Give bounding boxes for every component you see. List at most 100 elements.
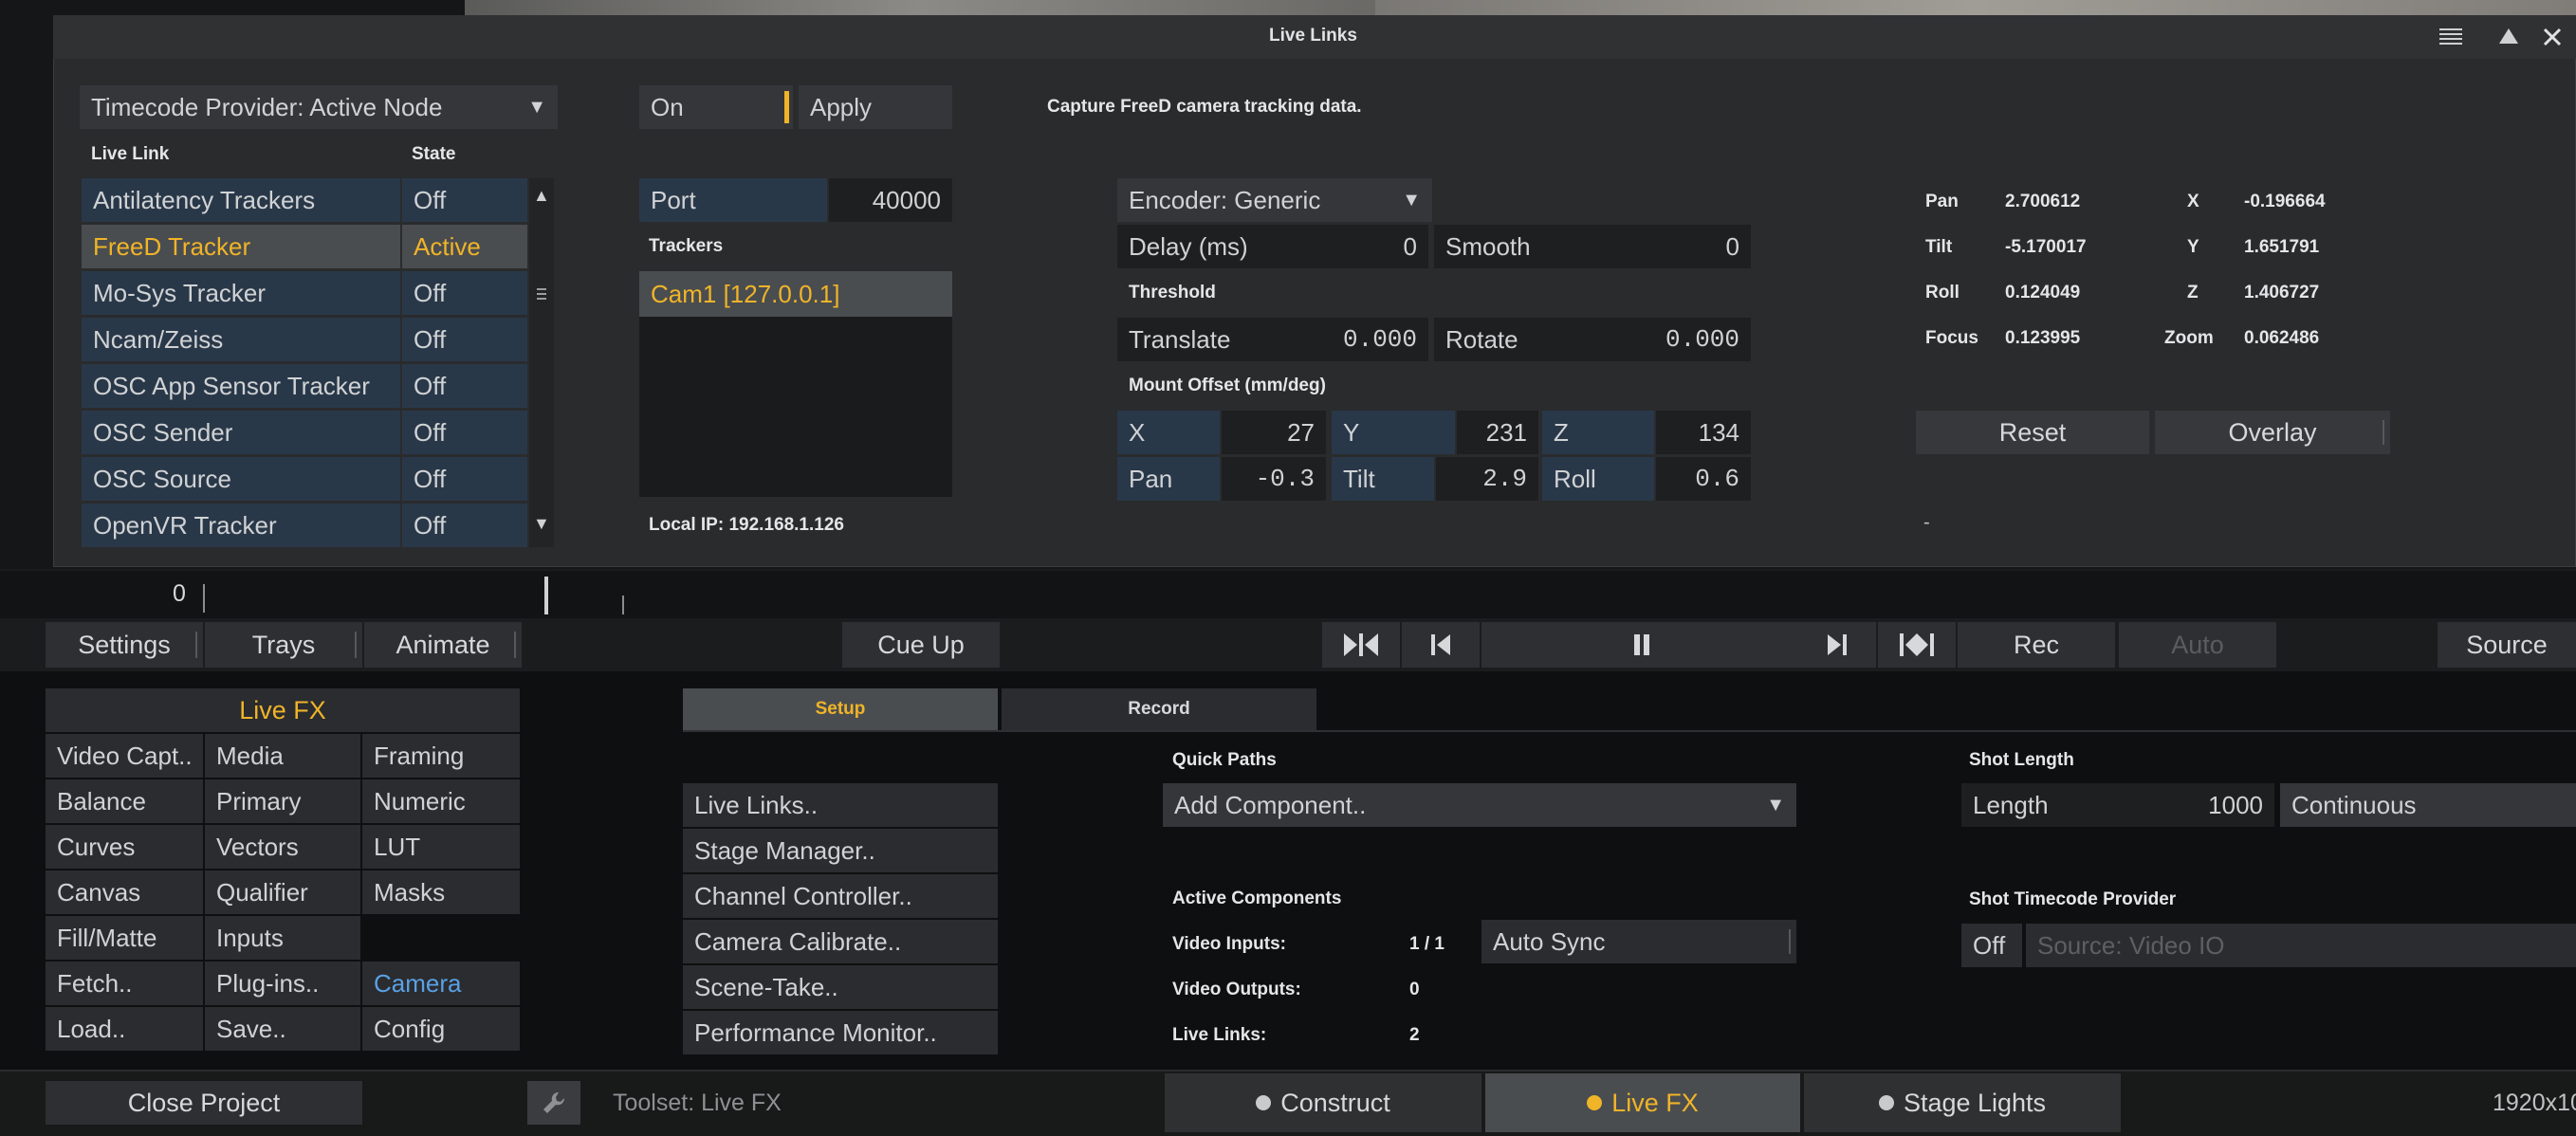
menu-plugins[interactable]: Plug-ins.. bbox=[205, 962, 360, 1005]
length-input[interactable]: 1000 bbox=[2094, 783, 2274, 827]
length-mode-dropdown[interactable]: Continuous bbox=[2280, 783, 2576, 827]
link-state-openvr[interactable]: Off bbox=[402, 504, 527, 547]
jump-end-button[interactable] bbox=[1878, 622, 1956, 668]
tab-live-fx[interactable]: Live FX bbox=[1485, 1073, 1800, 1132]
tab-stage-lights[interactable]: Stage Lights bbox=[1804, 1073, 2121, 1132]
menu-camera[interactable]: Camera bbox=[362, 962, 520, 1005]
menu-media[interactable]: Media bbox=[205, 734, 360, 778]
add-component-arrow-icon: ▼ bbox=[1766, 794, 1785, 815]
port-input[interactable]: 40000 bbox=[829, 178, 952, 222]
stage-manager-button[interactable]: Stage Manager.. bbox=[683, 829, 998, 872]
link-state-antilatency[interactable]: Off bbox=[402, 178, 527, 222]
shot-timecode-source-dropdown[interactable]: Source: Video IO bbox=[2026, 924, 2576, 967]
mount-tilt-input[interactable]: 2.9 bbox=[1436, 457, 1538, 501]
rotate-input[interactable]: 0.000 bbox=[1595, 318, 1751, 361]
mount-x-input[interactable]: 27 bbox=[1222, 411, 1326, 454]
link-state-mosys[interactable]: Off bbox=[402, 271, 527, 315]
menu-inputs[interactable]: Inputs bbox=[205, 916, 360, 960]
menu-curves[interactable]: Curves bbox=[46, 825, 203, 869]
translate-input[interactable]: 0.000 bbox=[1313, 318, 1428, 361]
link-row-freed[interactable]: FreeD Tracker bbox=[82, 225, 400, 268]
camera-calibrate-button[interactable]: Camera Calibrate.. bbox=[683, 920, 998, 963]
trays-button[interactable]: Trays bbox=[205, 622, 362, 668]
link-row-osc-sender[interactable]: OSC Sender bbox=[82, 411, 400, 454]
add-component-dropdown[interactable]: Add Component.. ▼ bbox=[1163, 783, 1796, 827]
prev-frame-button[interactable] bbox=[1402, 622, 1480, 668]
link-row-osc-source[interactable]: OSC Source bbox=[82, 457, 400, 501]
source-button[interactable]: Source bbox=[2438, 622, 2576, 668]
video-outputs-label: Video Outputs: bbox=[1172, 980, 1301, 999]
list-scrollbar[interactable] bbox=[529, 178, 554, 547]
tab-record[interactable]: Record bbox=[1002, 688, 1316, 730]
timeline[interactable] bbox=[0, 569, 2576, 618]
shot-timecode-off-toggle[interactable]: Off bbox=[1961, 924, 2022, 967]
live-links-button[interactable]: Live Links.. bbox=[683, 783, 998, 827]
cue-up-button[interactable]: Cue Up bbox=[842, 622, 1000, 668]
jump-start-button[interactable] bbox=[1322, 622, 1400, 668]
menu-framing[interactable]: Framing bbox=[362, 734, 520, 778]
on-toggle[interactable]: On bbox=[639, 85, 793, 129]
delay-input[interactable]: 0 bbox=[1313, 225, 1428, 268]
window-title: Live Links bbox=[1269, 26, 1357, 46]
menu-canvas[interactable]: Canvas bbox=[46, 870, 203, 914]
overlay-button[interactable]: Overlay bbox=[2155, 411, 2390, 454]
menu-fill-matte[interactable]: Fill/Matte bbox=[46, 916, 203, 960]
step-back-icon bbox=[1431, 634, 1450, 655]
apply-button[interactable]: Apply bbox=[799, 85, 952, 129]
menu-video-capt[interactable]: Video Capt.. bbox=[46, 734, 203, 778]
link-row-osc-app[interactable]: OSC App Sensor Tracker bbox=[82, 364, 400, 408]
menu-config[interactable]: Config bbox=[362, 1007, 520, 1051]
tracker-item-cam1[interactable]: Cam1 [127.0.0.1] bbox=[639, 271, 952, 317]
mount-roll-input[interactable]: 0.6 bbox=[1656, 457, 1751, 501]
menu-primary[interactable]: Primary bbox=[205, 779, 360, 823]
rec-button[interactable]: Rec bbox=[1958, 622, 2115, 668]
scroll-up-icon[interactable]: ▲ bbox=[533, 186, 550, 206]
menu-numeric[interactable]: Numeric bbox=[362, 779, 520, 823]
link-row-mosys[interactable]: Mo-Sys Tracker bbox=[82, 271, 400, 315]
link-state-freed[interactable]: Active bbox=[402, 225, 527, 268]
close-project-button[interactable]: Close Project bbox=[46, 1081, 362, 1125]
maximize-icon[interactable] bbox=[2498, 27, 2519, 46]
close-icon[interactable] bbox=[2542, 27, 2563, 47]
menu-lut[interactable]: LUT bbox=[362, 825, 520, 869]
auto-sync-button[interactable]: Auto Sync bbox=[1481, 920, 1796, 963]
settings-button[interactable]: Settings bbox=[46, 622, 203, 668]
timeline-start-marker bbox=[203, 584, 205, 613]
mount-y-input[interactable]: 231 bbox=[1457, 411, 1538, 454]
link-state-osc-sender[interactable]: Off bbox=[402, 411, 527, 454]
menu-load[interactable]: Load.. bbox=[46, 1007, 203, 1051]
performance-monitor-button[interactable]: Performance Monitor.. bbox=[683, 1011, 998, 1054]
link-row-openvr[interactable]: OpenVR Tracker bbox=[82, 504, 400, 547]
scroll-down-icon[interactable]: ▼ bbox=[533, 514, 550, 534]
scene-take-button[interactable]: Scene-Take.. bbox=[683, 965, 998, 1009]
construct-dot-icon bbox=[1256, 1095, 1272, 1110]
link-row-antilatency[interactable]: Antilatency Trackers bbox=[82, 178, 400, 222]
menu-qualifier[interactable]: Qualifier bbox=[205, 870, 360, 914]
link-state-osc-source[interactable]: Off bbox=[402, 457, 527, 501]
toolset-wrench-button[interactable] bbox=[527, 1081, 580, 1125]
menu-fetch[interactable]: Fetch.. bbox=[46, 962, 203, 1005]
tab-setup[interactable]: Setup bbox=[683, 688, 998, 730]
link-row-ncam[interactable]: Ncam/Zeiss bbox=[82, 318, 400, 361]
next-frame-button[interactable] bbox=[1798, 622, 1876, 668]
scroll-thumb-icon[interactable] bbox=[533, 284, 550, 303]
link-state-ncam[interactable]: Off bbox=[402, 318, 527, 361]
encoder-dropdown[interactable]: Encoder: Generic ▼ bbox=[1117, 178, 1432, 222]
playhead-icon[interactable] bbox=[544, 577, 548, 614]
reset-button[interactable]: Reset bbox=[1916, 411, 2149, 454]
menu-balance[interactable]: Balance bbox=[46, 779, 203, 823]
menu-vectors[interactable]: Vectors bbox=[205, 825, 360, 869]
link-state-osc-app[interactable]: Off bbox=[402, 364, 527, 408]
channel-controller-button[interactable]: Channel Controller.. bbox=[683, 874, 998, 918]
mount-z-input[interactable]: 134 bbox=[1656, 411, 1751, 454]
animate-button[interactable]: Animate bbox=[364, 622, 522, 668]
menu-icon[interactable] bbox=[2439, 27, 2462, 45]
auto-button[interactable]: Auto bbox=[2119, 622, 2276, 668]
tab-construct[interactable]: Construct bbox=[1165, 1073, 1481, 1132]
menu-masks[interactable]: Masks bbox=[362, 870, 520, 914]
mount-pan-input[interactable]: -0.3 bbox=[1222, 457, 1326, 501]
smooth-input[interactable]: 0 bbox=[1595, 225, 1751, 268]
menu-save[interactable]: Save.. bbox=[205, 1007, 360, 1051]
pause-button[interactable] bbox=[1481, 622, 1802, 668]
timecode-provider-dropdown[interactable]: Timecode Provider: Active Node ▼ bbox=[80, 85, 558, 129]
